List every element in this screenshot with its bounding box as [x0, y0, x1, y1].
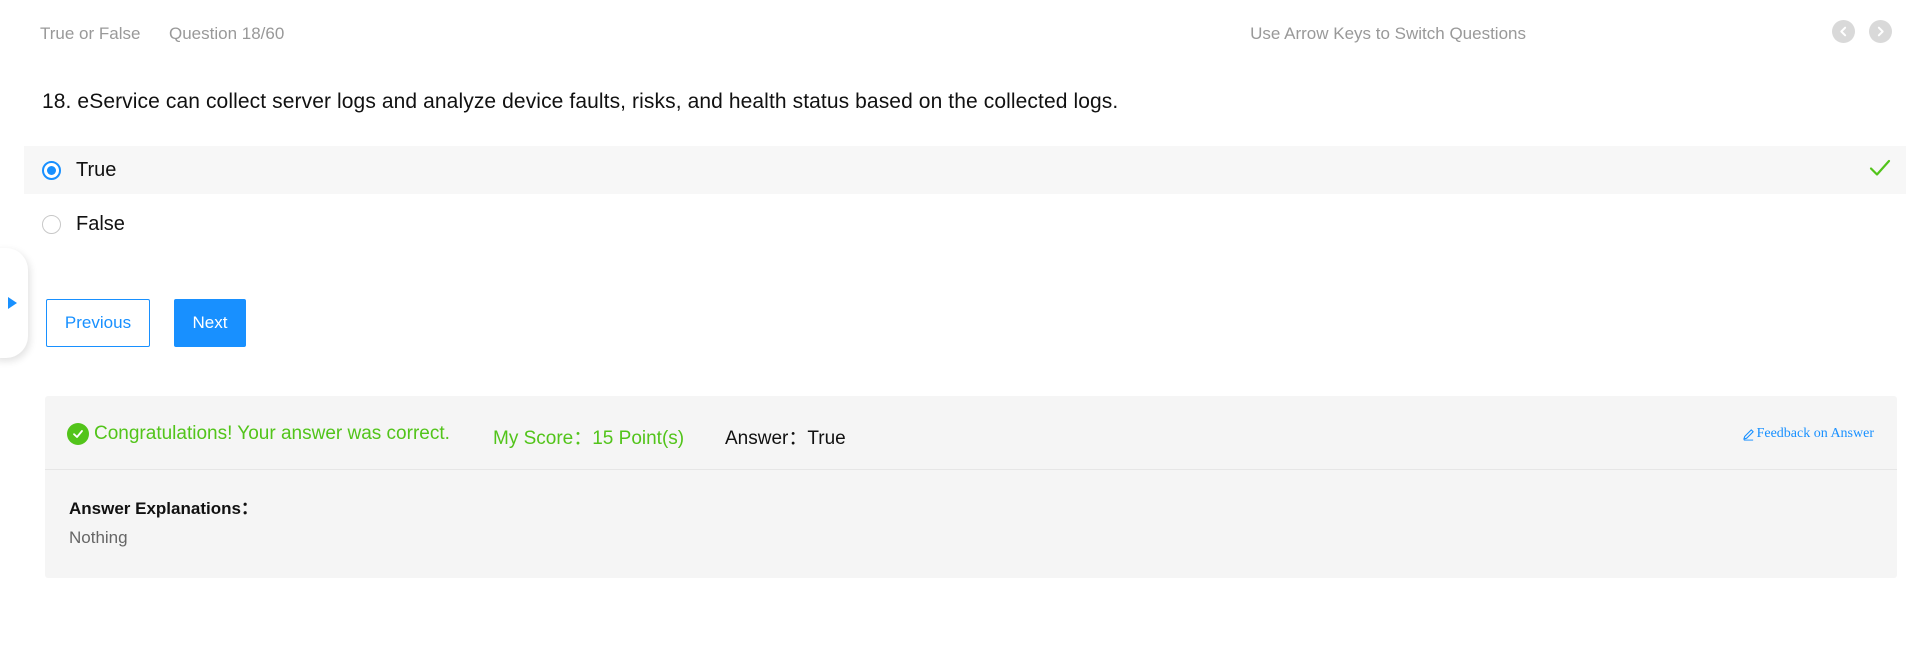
check-icon — [1869, 159, 1891, 176]
question-text: 18. eService can collect server logs and… — [42, 90, 1119, 113]
radio-true[interactable] — [42, 160, 61, 180]
play-arrow-icon — [8, 297, 17, 309]
edit-icon — [1742, 428, 1754, 441]
option-true[interactable]: True — [24, 146, 1906, 194]
result-header: Congratulations! Your answer was correct… — [45, 396, 1897, 470]
top-bar: True or False Question 18/60 Use Arrow K… — [0, 0, 1918, 68]
side-panel-toggle[interactable] — [0, 248, 28, 358]
score-text: My Score：15 Point(s) — [493, 428, 685, 449]
feedback-link[interactable]: Feedback on Answer — [1742, 426, 1874, 442]
explanation-title: Answer Explanations： — [69, 499, 258, 518]
chevron-right-icon — [1877, 26, 1884, 37]
previous-question-button[interactable] — [1832, 20, 1855, 43]
result-panel: Congratulations! Your answer was correct… — [45, 396, 1897, 578]
radio-false[interactable] — [42, 214, 61, 234]
feedback-link-label: Feedback on Answer — [1756, 426, 1874, 441]
answer-text: Answer：True — [725, 428, 846, 449]
result-message: Congratulations! Your answer was correct… — [94, 423, 450, 444]
next-question-button[interactable] — [1869, 20, 1892, 43]
option-false[interactable]: False — [24, 200, 1906, 248]
question-counter: Question 18/60 — [169, 24, 285, 43]
previous-button[interactable]: Previous — [46, 299, 150, 347]
option-label: False — [76, 212, 125, 235]
success-check-icon — [67, 423, 89, 445]
next-button[interactable]: Next — [174, 299, 246, 347]
question-type-label: True or False — [40, 24, 141, 43]
option-label: True — [76, 158, 117, 181]
explanation-body: Nothing — [69, 528, 128, 547]
chevron-left-icon — [1840, 26, 1847, 37]
keyboard-hint: Use Arrow Keys to Switch Questions — [1250, 24, 1526, 43]
